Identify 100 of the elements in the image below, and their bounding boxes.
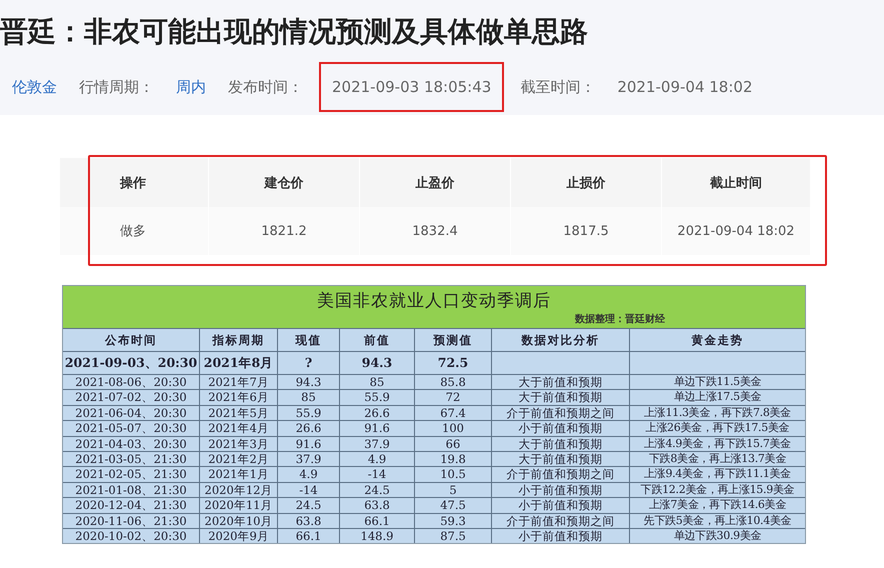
meta-label: 行情周期： xyxy=(79,77,154,98)
meta-value: 2021-09-04 18:02 xyxy=(617,77,752,98)
table-cell: 2021-03-05、21:30 xyxy=(63,451,200,466)
table-cell: 2021-09-03、20:30 xyxy=(63,351,200,374)
table-cell: 单边下跌11.5美金 xyxy=(630,374,805,390)
table-cell: 94.3 xyxy=(340,351,415,374)
meta-label: 截至时间： xyxy=(520,77,596,98)
table-cell: 55.9 xyxy=(278,404,340,420)
table-cell: 大于前值和预期 xyxy=(492,389,630,405)
meta-label: 发布时间： xyxy=(228,77,303,98)
table-cell: 2020年9月 xyxy=(200,528,278,544)
table-cell: 2021-02-05、21:30 xyxy=(63,466,200,482)
table-cell: 2021-04-03、20:30 xyxy=(63,436,200,452)
table-cell: 37.9 xyxy=(340,436,415,452)
table-cell: 上涨26美金，再下跌17.5美金 xyxy=(630,420,805,436)
table-cell: 91.6 xyxy=(340,420,415,436)
table-cell: 55.9 xyxy=(340,389,415,405)
table-cell: 91.6 xyxy=(278,436,340,452)
table-cell: 94.3 xyxy=(278,374,340,390)
table-cell: 做多 xyxy=(60,207,208,255)
table-cell: 2020年11月 xyxy=(200,497,278,513)
table-cell: 2021年2月 xyxy=(200,451,278,466)
source-note: 数据整理：晋廷财经 xyxy=(575,312,665,326)
table-cell: 66 xyxy=(415,436,492,452)
table-cell: 1821.2 xyxy=(209,207,359,255)
table-cell: 148.9 xyxy=(340,528,415,544)
table-cell: 2021-05-07、20:30 xyxy=(63,420,200,436)
table-cell: 先下跌5美金，再上涨10.4美金 xyxy=(630,512,805,528)
table-cell: 上涨11.3美金，再下跌7.8美金 xyxy=(630,404,805,420)
meta-link[interactable]: 伦敦金 xyxy=(12,76,57,98)
table-cell: 大于前值和预期 xyxy=(492,436,630,452)
table-cell: 2020年12月 xyxy=(200,482,278,498)
table-cell: 24.5 xyxy=(278,497,340,513)
table-cell: 下跌8美金，再上涨13.7美金 xyxy=(630,451,805,466)
table-cell: 2020年10月 xyxy=(200,512,278,528)
page-title: 晋廷：非农可能出现的情况预测及具体做单思路 xyxy=(0,14,589,50)
table-cell: 下跌12.2美金，再上涨15.9美金 xyxy=(630,482,805,498)
table-cell: 85.8 xyxy=(415,374,492,390)
table-cell: 小于前值和预期 xyxy=(492,528,630,544)
table-cell: 63.8 xyxy=(340,497,415,513)
table-cell: 2021年7月 xyxy=(200,374,278,390)
table-cell: 2021年1月 xyxy=(200,466,278,482)
table-cell: 66.1 xyxy=(340,512,415,528)
table-cell: 66.1 xyxy=(278,528,340,544)
table-cell: 4.9 xyxy=(278,466,340,482)
table-cell: 单边下跌30.9美金 xyxy=(630,528,805,544)
column-header: 黄金走势 xyxy=(630,328,805,351)
table-cell: ? xyxy=(278,351,340,374)
table-cell: 5 xyxy=(415,482,492,498)
table-cell: 2020-12-04、21:30 xyxy=(63,497,200,513)
table-cell: 2021-01-08、21:30 xyxy=(63,482,200,498)
table-cell: 2021年4月 xyxy=(200,420,278,436)
column-header: 数据对比分析 xyxy=(492,328,630,351)
table-cell: 小于前值和预期 xyxy=(492,497,630,513)
table-cell: 2021年5月 xyxy=(200,404,278,420)
table-cell: -14 xyxy=(278,482,340,498)
table-cell: 85 xyxy=(340,374,415,390)
table-cell: 2021-06-04、20:30 xyxy=(63,404,200,420)
table-cell: 小于前值和预期 xyxy=(492,482,630,498)
table-cell: 大于前值和预期 xyxy=(492,374,630,390)
table-cell: 24.5 xyxy=(340,482,415,498)
column-header: 指标周期 xyxy=(200,328,278,351)
table-cell: 72.5 xyxy=(415,351,492,374)
column-header: 止盈价 xyxy=(360,158,510,207)
table-cell: 介于前值和预期之间 xyxy=(492,404,630,420)
table-title: 美国非农就业人口变动季调后 xyxy=(317,290,551,312)
table-cell: 2020-11-06、21:30 xyxy=(63,512,200,528)
table-cell: 2020-10-02、20:30 xyxy=(63,528,200,544)
table-cell: 小于前值和预期 xyxy=(492,420,630,436)
table-cell: 单边上涨17.5美金 xyxy=(630,389,805,405)
table-cell: 上涨7美金，再下跌14.6美金 xyxy=(630,497,805,513)
table-cell: 26.6 xyxy=(278,420,340,436)
table-cell: 2021-07-02、20:30 xyxy=(63,389,200,405)
table-cell: 4.9 xyxy=(340,451,415,466)
table-cell: 26.6 xyxy=(340,404,415,420)
table-cell: 上涨4.9美金，再下跌15.7美金 xyxy=(630,436,805,452)
table-cell: 72 xyxy=(415,389,492,405)
table-cell: 87.5 xyxy=(415,528,492,544)
table-cell: 介于前值和预期之间 xyxy=(492,466,630,482)
column-header: 现值 xyxy=(278,328,340,351)
table-cell: 2021-08-06、20:30 xyxy=(63,374,200,390)
table-cell: 10.5 xyxy=(415,466,492,482)
table-cell: 59.3 xyxy=(415,512,492,528)
column-header: 前值 xyxy=(340,328,415,351)
table-cell: 介于前值和预期之间 xyxy=(492,512,630,528)
table-cell: 85 xyxy=(278,389,340,405)
table-cell: 67.4 xyxy=(415,404,492,420)
table-cell: 63.8 xyxy=(278,512,340,528)
column-header: 预测值 xyxy=(415,328,492,351)
table-cell: 2021年8月 xyxy=(200,351,278,374)
table-cell: 19.8 xyxy=(415,451,492,466)
column-header: 止损价 xyxy=(511,158,661,207)
table-cell: 大于前值和预期 xyxy=(492,451,630,466)
table-cell: 47.5 xyxy=(415,497,492,513)
table-cell: 2021年6月 xyxy=(200,389,278,405)
table-cell: 2021-09-04 18:02 xyxy=(662,207,810,255)
table-cell: 37.9 xyxy=(278,451,340,466)
column-header: 截止时间 xyxy=(662,158,810,207)
table-cell: 1817.5 xyxy=(511,207,661,255)
meta-link[interactable]: 周内 xyxy=(176,76,206,98)
